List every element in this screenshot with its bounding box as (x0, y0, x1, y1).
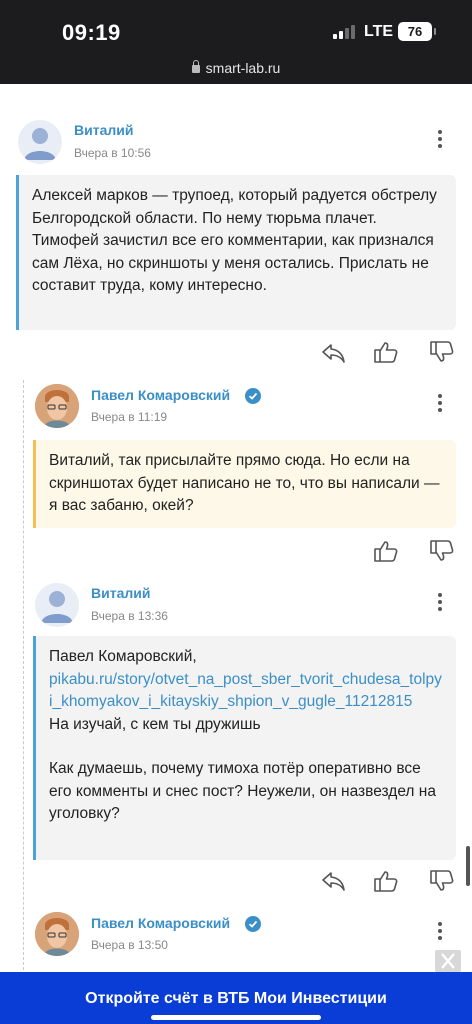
comment-link[interactable]: pikabu.ru/story/otvet_na_post_sber_tvori… (49, 669, 444, 714)
thumbs-down-icon[interactable] (429, 869, 455, 893)
status-bar: 09:19 LTE 76 smart-lab.ru (0, 0, 472, 84)
comment-author[interactable]: Виталий (91, 585, 150, 601)
more-vertical-icon[interactable] (431, 392, 449, 414)
comment-text: Виталий, так присылайте прямо сюда. Но е… (49, 452, 440, 514)
network-type: LTE (364, 23, 394, 40)
comment-author[interactable]: Виталий (74, 122, 133, 138)
verified-badge-icon (245, 916, 261, 932)
comment-body: Алексей марков — трупоед, который радует… (16, 175, 456, 330)
close-ad-button[interactable] (435, 950, 461, 972)
scrollbar[interactable] (466, 846, 470, 886)
thumbs-up-icon[interactable] (373, 340, 399, 364)
thumbs-up-icon[interactable] (373, 539, 399, 563)
thread-line (23, 380, 24, 970)
comment-date: Вчера в 13:50 (91, 938, 168, 952)
thumbs-down-icon[interactable] (429, 539, 455, 563)
home-indicator[interactable] (151, 1015, 321, 1020)
comment-text: На изучай, с кем ты дружишь (49, 715, 261, 733)
comment-author[interactable]: Павел Комаровский (91, 915, 230, 931)
comment-text: Как думаешь, почему тимоха потёр операти… (49, 760, 436, 822)
comment-text: Павел Комаровский, (49, 648, 197, 665)
lock-icon (191, 60, 200, 73)
reply-arrow-icon[interactable] (320, 341, 346, 365)
comment-body: Виталий, так присылайте прямо сюда. Но е… (33, 440, 456, 528)
verified-badge-icon (245, 388, 261, 404)
comment-text: Алексей марков — трупоед, который радует… (32, 187, 437, 294)
status-time: 09:19 (62, 20, 121, 45)
thumbs-down-icon[interactable] (429, 340, 455, 364)
more-vertical-icon[interactable] (431, 591, 449, 613)
ad-banner-text: Откройте счёт в ВТБ Мои Инвестиции (85, 990, 387, 1007)
avatar[interactable] (35, 583, 79, 627)
more-vertical-icon[interactable] (431, 128, 449, 150)
comment-author[interactable]: Павел Комаровский (91, 387, 230, 403)
comment-date: Вчера в 10:56 (74, 146, 151, 160)
avatar[interactable] (35, 384, 79, 428)
battery-icon: 76 (398, 22, 436, 41)
avatar[interactable] (18, 120, 62, 164)
more-vertical-icon[interactable] (431, 920, 449, 942)
address-bar[interactable]: smart-lab.ru (0, 60, 472, 76)
battery-level: 76 (407, 24, 423, 39)
comment-date: Вчера в 13:36 (91, 609, 168, 623)
comment-date: Вчера в 11:19 (91, 410, 168, 424)
comment-body: Павел Комаровский, pikabu.ru/story/otvet… (33, 636, 456, 860)
avatar[interactable] (35, 912, 79, 956)
thumbs-up-icon[interactable] (373, 869, 399, 893)
default-user-icon (41, 591, 73, 623)
reply-arrow-icon[interactable] (320, 869, 346, 893)
user-photo (35, 384, 79, 428)
user-photo (35, 912, 79, 956)
default-user-icon (24, 128, 56, 160)
close-icon (441, 953, 455, 969)
url-text: smart-lab.ru (205, 60, 281, 76)
signal-icon (333, 25, 355, 39)
